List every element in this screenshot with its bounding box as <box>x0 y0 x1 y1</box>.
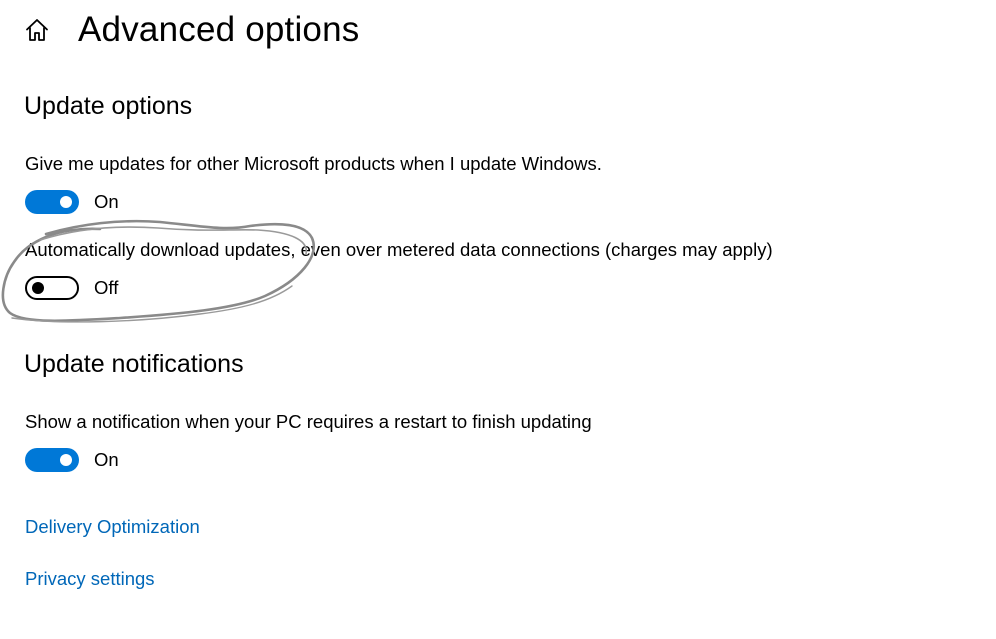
metered-download-toggle[interactable] <box>25 276 79 300</box>
metered-download-state: Off <box>94 277 119 298</box>
restart-notification-toggle[interactable] <box>25 448 79 472</box>
microsoft-products-toggle[interactable] <box>25 190 79 214</box>
metered-download-toggle-row[interactable]: Off <box>25 276 118 300</box>
metered-download-label: Automatically download updates, even ove… <box>25 239 773 260</box>
page-header: Advanced options <box>22 8 359 52</box>
delivery-optimization-link[interactable]: Delivery Optimization <box>25 516 200 538</box>
restart-notification-toggle-row[interactable]: On <box>25 448 119 472</box>
microsoft-products-toggle-row[interactable]: On <box>25 190 119 214</box>
microsoft-products-state: On <box>94 191 119 212</box>
update-notifications-heading: Update notifications <box>24 350 244 378</box>
restart-notification-label: Show a notification when your PC require… <box>25 411 592 432</box>
microsoft-products-label: Give me updates for other Microsoft prod… <box>25 153 602 174</box>
privacy-settings-link[interactable]: Privacy settings <box>25 568 155 590</box>
home-icon[interactable] <box>22 15 52 45</box>
toggle-knob <box>32 282 44 294</box>
update-options-heading: Update options <box>24 92 193 120</box>
page-title: Advanced options <box>78 10 360 49</box>
toggle-knob <box>60 196 72 208</box>
restart-notification-state: On <box>94 449 119 470</box>
toggle-knob <box>60 454 72 466</box>
